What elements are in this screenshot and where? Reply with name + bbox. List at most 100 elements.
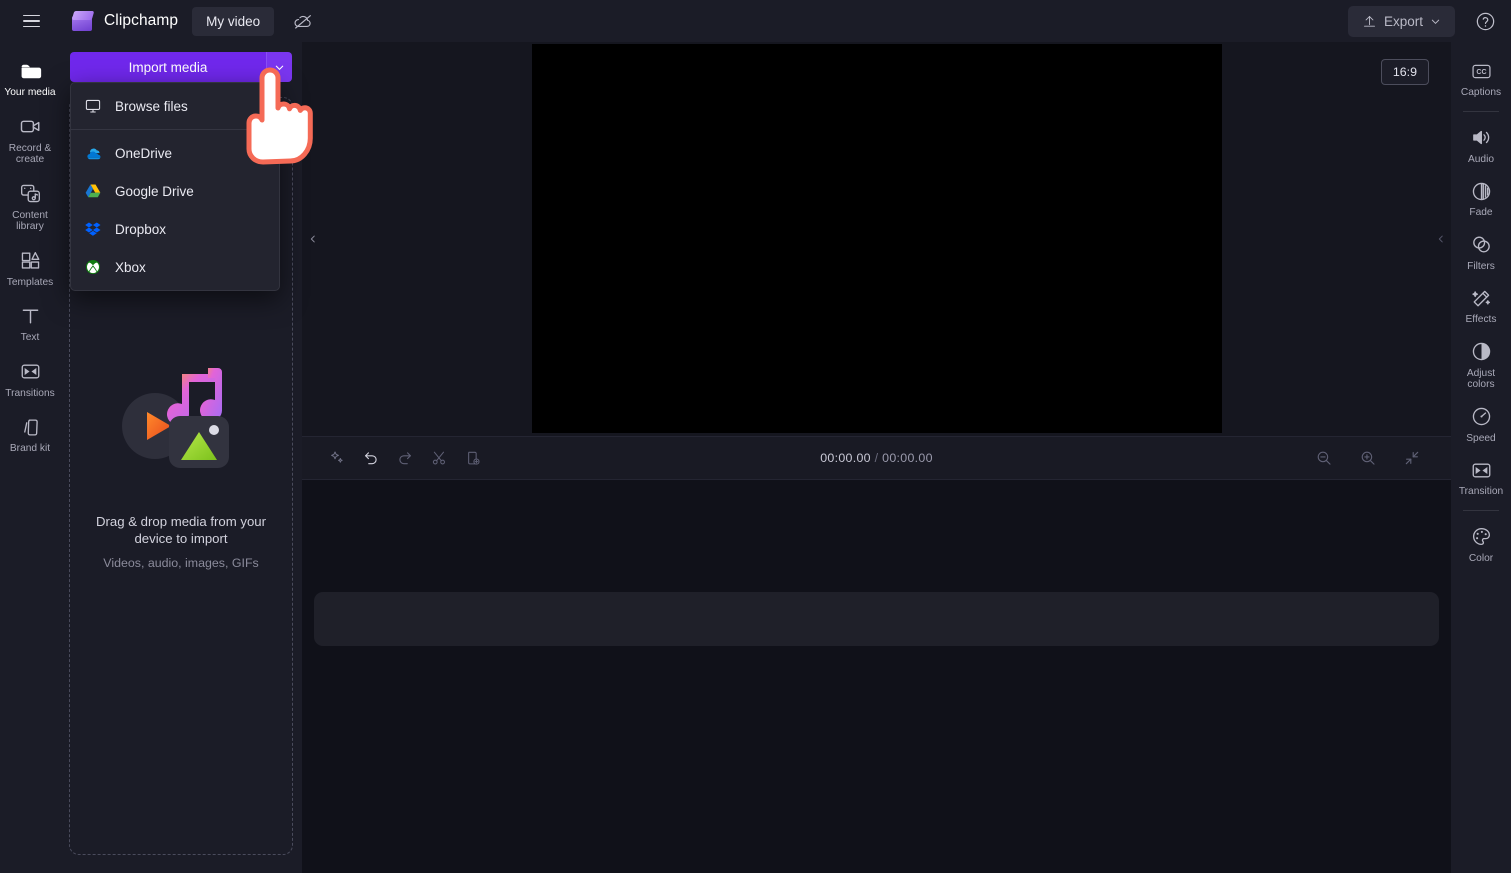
menu-item-browse-files[interactable]: Browse files <box>71 87 279 125</box>
menu-item-label: Browse files <box>115 98 188 114</box>
sidebar-item-transitions[interactable]: Transitions <box>1 353 59 407</box>
folder-icon <box>19 60 42 82</box>
time-separator: / <box>874 450 879 465</box>
zoom-out-icon[interactable] <box>1309 443 1339 473</box>
current-time: 00:00.00 <box>820 450 871 465</box>
menu-item-google-drive[interactable]: Google Drive <box>71 172 279 210</box>
timeline-tracks[interactable] <box>302 479 1451 873</box>
fit-to-screen-icon[interactable] <box>1397 443 1427 473</box>
sidebar-item-your-media[interactable]: Your media <box>1 52 59 106</box>
right-sidebar: CC Captions Audio Fade Filters Effects A… <box>1451 42 1511 873</box>
google-drive-icon <box>83 181 103 201</box>
rail-separator <box>1463 509 1499 511</box>
speed-icon <box>1470 406 1493 428</box>
right-item-label: Adjust colors <box>1466 367 1496 391</box>
menu-item-xbox[interactable]: Xbox <box>71 248 279 286</box>
color-palette-icon <box>1470 526 1493 548</box>
text-icon <box>19 305 42 327</box>
right-item-label: Captions <box>1460 87 1502 98</box>
chevron-down-icon <box>274 62 285 73</box>
templates-icon <box>19 250 42 272</box>
redo-icon[interactable] <box>390 443 420 473</box>
menu-item-dropbox[interactable]: Dropbox <box>71 210 279 248</box>
zoom-in-icon[interactable] <box>1353 443 1383 473</box>
export-button[interactable]: Export <box>1347 5 1455 37</box>
video-preview[interactable] <box>531 44 1222 434</box>
aspect-ratio-button[interactable]: 16:9 <box>1380 59 1429 85</box>
right-item-label: Effects <box>1465 314 1497 325</box>
right-item-audio[interactable]: Audio <box>1452 119 1510 173</box>
right-item-label: Color <box>1468 552 1494 564</box>
sidebar-item-content-library[interactable]: Content library <box>1 175 59 240</box>
clipchamp-app: Clipchamp My video Export Your media Rec… <box>0 0 1511 873</box>
export-label: Export <box>1383 13 1423 29</box>
right-item-transition[interactable]: Transition <box>1452 451 1510 505</box>
add-clip-icon[interactable] <box>458 443 488 473</box>
help-button[interactable] <box>1469 5 1501 37</box>
timeline-timecode: 00:00.00 / 00:00.00 <box>820 451 933 465</box>
onedrive-icon <box>83 143 103 163</box>
sidebar-item-brand-kit[interactable]: Brand kit <box>1 408 59 462</box>
total-time: 00:00.00 <box>882 450 933 465</box>
upload-icon <box>1362 14 1377 29</box>
left-sidebar: Your media Record & create Content libra… <box>0 42 60 873</box>
sidebar-item-text[interactable]: Text <box>1 297 59 351</box>
dropbox-icon <box>83 219 103 239</box>
menu-item-onedrive[interactable]: OneDrive <box>71 134 279 172</box>
right-item-fade[interactable]: Fade <box>1452 172 1510 226</box>
right-item-label: Filters <box>1467 260 1495 272</box>
filters-icon <box>1470 234 1493 256</box>
transitions-icon <box>19 361 42 383</box>
right-item-speed[interactable]: Speed <box>1452 398 1510 452</box>
collapse-left-panel-button[interactable] <box>307 210 318 268</box>
project-name-input[interactable]: My video <box>192 6 275 36</box>
collapse-right-panel-button[interactable] <box>1435 210 1446 268</box>
import-media-dropdown-toggle[interactable] <box>266 52 292 82</box>
import-media-menu: Browse files OneDrive Google Drive Dropb… <box>70 82 280 291</box>
magic-wand-icon[interactable] <box>322 443 352 473</box>
speaker-icon <box>1470 127 1493 149</box>
content-library-icon <box>19 183 42 205</box>
menu-separator <box>71 129 279 130</box>
dropzone-primary-text: Drag & drop media from your device to im… <box>95 514 267 546</box>
media-panel: Import media Browse files OneDrive Googl… <box>60 42 302 873</box>
sidebar-label: Content library <box>12 209 48 233</box>
center-area: 16:9 00:00.00 / 00:00.00 <box>302 42 1451 873</box>
menu-item-label: Google Drive <box>115 183 194 199</box>
right-item-captions[interactable]: CC Captions <box>1452 52 1510 106</box>
sidebar-item-record-create[interactable]: Record & create <box>1 108 59 173</box>
captions-icon: CC <box>1470 60 1493 82</box>
preview-stage: 16:9 <box>302 42 1451 436</box>
cloud-off-icon[interactable] <box>290 8 316 34</box>
svg-text:CC: CC <box>1476 67 1486 75</box>
import-media-row: Import media <box>70 52 292 82</box>
sidebar-item-templates[interactable]: Templates <box>1 242 59 296</box>
right-item-effects[interactable]: Effects <box>1452 279 1510 333</box>
right-item-label: Transition <box>1458 486 1504 497</box>
menu-item-label: OneDrive <box>115 145 173 161</box>
hamburger-menu-icon[interactable] <box>14 4 48 38</box>
menu-item-label: Dropbox <box>115 221 167 237</box>
effects-icon <box>1470 287 1493 309</box>
import-media-button[interactable]: Import media <box>70 52 266 82</box>
right-item-color[interactable]: Color <box>1452 518 1510 572</box>
video-camera-icon <box>19 116 42 138</box>
sidebar-label: Record & create <box>8 142 52 166</box>
brand-name: Clipchamp <box>104 12 179 29</box>
timeline-track-placeholder[interactable] <box>314 591 1439 646</box>
timeline-toolbar: 00:00.00 / 00:00.00 <box>302 435 1451 480</box>
sidebar-label: Brand kit <box>9 443 51 454</box>
right-item-filters[interactable]: Filters <box>1452 226 1510 280</box>
sidebar-label: Transitions <box>5 387 55 399</box>
undo-icon[interactable] <box>356 443 386 473</box>
sidebar-label: Text <box>20 332 40 343</box>
brand: Clipchamp <box>70 10 178 33</box>
scissors-icon[interactable] <box>424 443 454 473</box>
fade-icon <box>1470 180 1493 202</box>
dropzone-secondary-text: Videos, audio, images, GIFs <box>103 556 259 570</box>
brand-kit-icon <box>19 416 42 438</box>
timeline-zoom-controls <box>1309 443 1431 473</box>
right-item-label: Fade <box>1469 207 1493 218</box>
right-item-adjust-colors[interactable]: Adjust colors <box>1452 333 1510 398</box>
right-item-label: Audio <box>1467 153 1495 165</box>
